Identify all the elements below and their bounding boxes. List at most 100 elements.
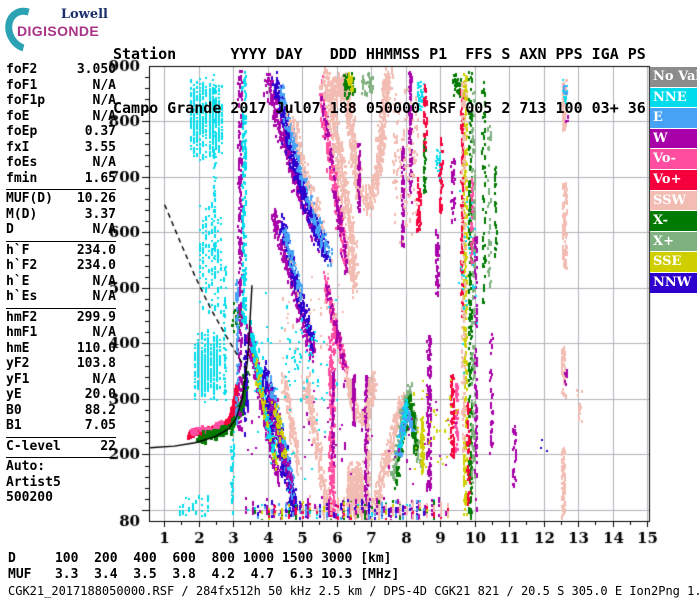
parameter-row: fmin 1.65 — [6, 171, 116, 187]
parameter-row: B0 88.2 — [6, 403, 116, 419]
parameter-row: yF2 103.8 — [6, 356, 116, 372]
parameter-row: M(D) 3.37 — [6, 207, 116, 223]
parameter-label: foF1p — [6, 93, 46, 108]
parameter-value: 234.0 — [76, 242, 116, 258]
parameter-value: N/A — [92, 77, 116, 93]
parameter-row: h`F2 234.0 — [6, 258, 116, 274]
parameter-group: C-level 22 — [6, 438, 116, 458]
parameter-row: h`F 234.0 — [6, 243, 116, 259]
parameter-label: h`F — [6, 242, 30, 258]
parameter-label: foEs — [6, 155, 38, 170]
parameter-label: 500200 — [6, 490, 53, 505]
parameter-label: C-level — [6, 438, 61, 454]
parameter-row: 500200 — [6, 490, 116, 506]
legend-item-sse: SSE — [650, 252, 697, 272]
parameter-value: 1.65 — [84, 170, 116, 186]
parameter-row: foE N/A — [6, 109, 116, 125]
parameter-value: 3.37 — [84, 206, 116, 222]
parameter-label: Auto: — [6, 459, 46, 474]
parameter-group: MUF(D) 10.26 M(D) 3.37 D N/A — [6, 190, 116, 242]
parameter-label: M(D) — [6, 206, 38, 222]
header-column-titles: Station YYYY DAY DDD HHMMSS P1 FFS S AXN… — [113, 45, 646, 63]
parameter-value: N/A — [92, 108, 116, 124]
parameter-row: foF1p N/A — [6, 93, 116, 109]
logo-digisonde-text: DIGISONDE — [17, 23, 100, 39]
parameter-value: N/A — [92, 273, 116, 289]
parameter-value: 110.0 — [76, 340, 116, 356]
parameter-value: 10.26 — [76, 191, 116, 206]
legend-item-x-: X+ — [650, 231, 697, 252]
parameter-row: h`Es N/A — [6, 289, 116, 305]
parameter-label: yF1 — [6, 371, 30, 387]
parameter-value: N/A — [92, 289, 116, 304]
parameter-row: foEp 0.37 — [6, 124, 116, 140]
parameter-label: B0 — [6, 402, 22, 418]
logo-lowell-text: Lowell — [60, 7, 108, 22]
legend-item-nnw: NNW — [650, 272, 697, 293]
parameter-value: N/A — [92, 155, 116, 170]
parameter-group: h`F 234.0 h`F2 234.0 h`E N/A h`Es N/A — [6, 242, 116, 309]
header-station-values: Campo Grande 2017 Jul07 188 050000 RSF 0… — [113, 99, 646, 117]
parameter-value: N/A — [92, 325, 116, 340]
parameter-value: 234.0 — [76, 258, 116, 273]
parameter-row: foF2 3.050 — [6, 62, 116, 78]
parameter-row: B1 7.05 — [6, 418, 116, 434]
parameter-label: hmE — [6, 340, 30, 356]
station-header: Station YYYY DAY DDD HHMMSS P1 FFS S AXN… — [113, 9, 646, 153]
digisonde-ionogram-viewer: Lowell DIGISONDE Station YYYY DAY DDD HH… — [0, 0, 700, 600]
parameter-label: foF2 — [6, 62, 38, 77]
parameter-group: foF2 3.050 foF1 N/A foF1p N/A foE N/A foEp 0.37 fx… — [6, 61, 116, 190]
parameter-label: foE — [6, 108, 30, 124]
parameter-label: h`E — [6, 273, 30, 289]
legend-item-x-: X- — [650, 211, 697, 231]
parameter-value: N/A — [92, 371, 116, 387]
legend-item-e: E — [650, 108, 697, 128]
parameter-row: fxI 3.55 — [6, 140, 116, 156]
parameter-row: D N/A — [6, 222, 116, 238]
legend-item-w: W — [650, 128, 697, 149]
parameter-row: yF1 N/A — [6, 372, 116, 388]
legend-item-no-val: No Val — [650, 67, 697, 87]
legend-item-vo-: Vo- — [650, 149, 697, 169]
parameter-label: yE — [6, 387, 22, 402]
parameter-label: fxI — [6, 139, 30, 155]
legend-item-vo-: Vo+ — [650, 169, 697, 190]
parameter-label: hmF1 — [6, 325, 38, 340]
parameter-row: h`E N/A — [6, 274, 116, 290]
parameter-label: foF1 — [6, 77, 38, 93]
parameter-value: 22 — [100, 438, 116, 454]
parameter-row: MUF(D) 10.26 — [6, 191, 116, 207]
parameter-label: D — [6, 222, 14, 237]
parameter-value: 7.05 — [84, 418, 116, 433]
parameter-row: yE 20.0 — [6, 387, 116, 403]
parameter-label: h`F2 — [6, 258, 38, 273]
dmuf-table: D 100 200 400 600 800 1000 1500 3000 [km… — [8, 551, 400, 582]
legend-item-ssw: SSW — [650, 190, 697, 211]
parameter-label: B1 — [6, 418, 22, 433]
parameter-row: Artist5 — [6, 475, 116, 491]
parameter-value: 88.2 — [84, 402, 116, 418]
parameter-value: 103.8 — [76, 356, 116, 371]
digisonde-logo: Lowell DIGISONDE — [0, 0, 114, 60]
parameter-value: 299.9 — [76, 309, 116, 325]
parameter-row: C-level 22 — [6, 439, 116, 455]
parameter-panel: foF2 3.050 foF1 N/A foF1p N/A foE N/A foEp 0.37 fx… — [6, 61, 116, 509]
parameter-value: 0.37 — [84, 124, 116, 139]
parameter-group: hmF2 299.9 hmF1 N/A hmE 110.0 yF2 103.8 yF1 N/A yE… — [6, 309, 116, 438]
parameter-label: hmF2 — [6, 309, 38, 325]
parameter-row: hmE 110.0 — [6, 341, 116, 357]
parameter-label: foEp — [6, 124, 38, 139]
parameter-row: Auto: — [6, 459, 116, 475]
parameter-row: hmF1 N/A — [6, 325, 116, 341]
parameter-label: fmin — [6, 170, 38, 186]
parameter-row: foF1 N/A — [6, 78, 116, 94]
parameter-value: N/A — [92, 93, 116, 108]
parameter-value: 3.050 — [76, 62, 116, 77]
parameter-label: h`Es — [6, 289, 38, 304]
parameter-value: 3.55 — [84, 139, 116, 155]
parameter-row: hmF2 299.9 — [6, 310, 116, 326]
parameter-row: foEs N/A — [6, 155, 116, 171]
parameter-value: N/A — [92, 222, 116, 237]
parameter-label: MUF(D) — [6, 191, 53, 206]
parameter-label: yF2 — [6, 356, 30, 371]
